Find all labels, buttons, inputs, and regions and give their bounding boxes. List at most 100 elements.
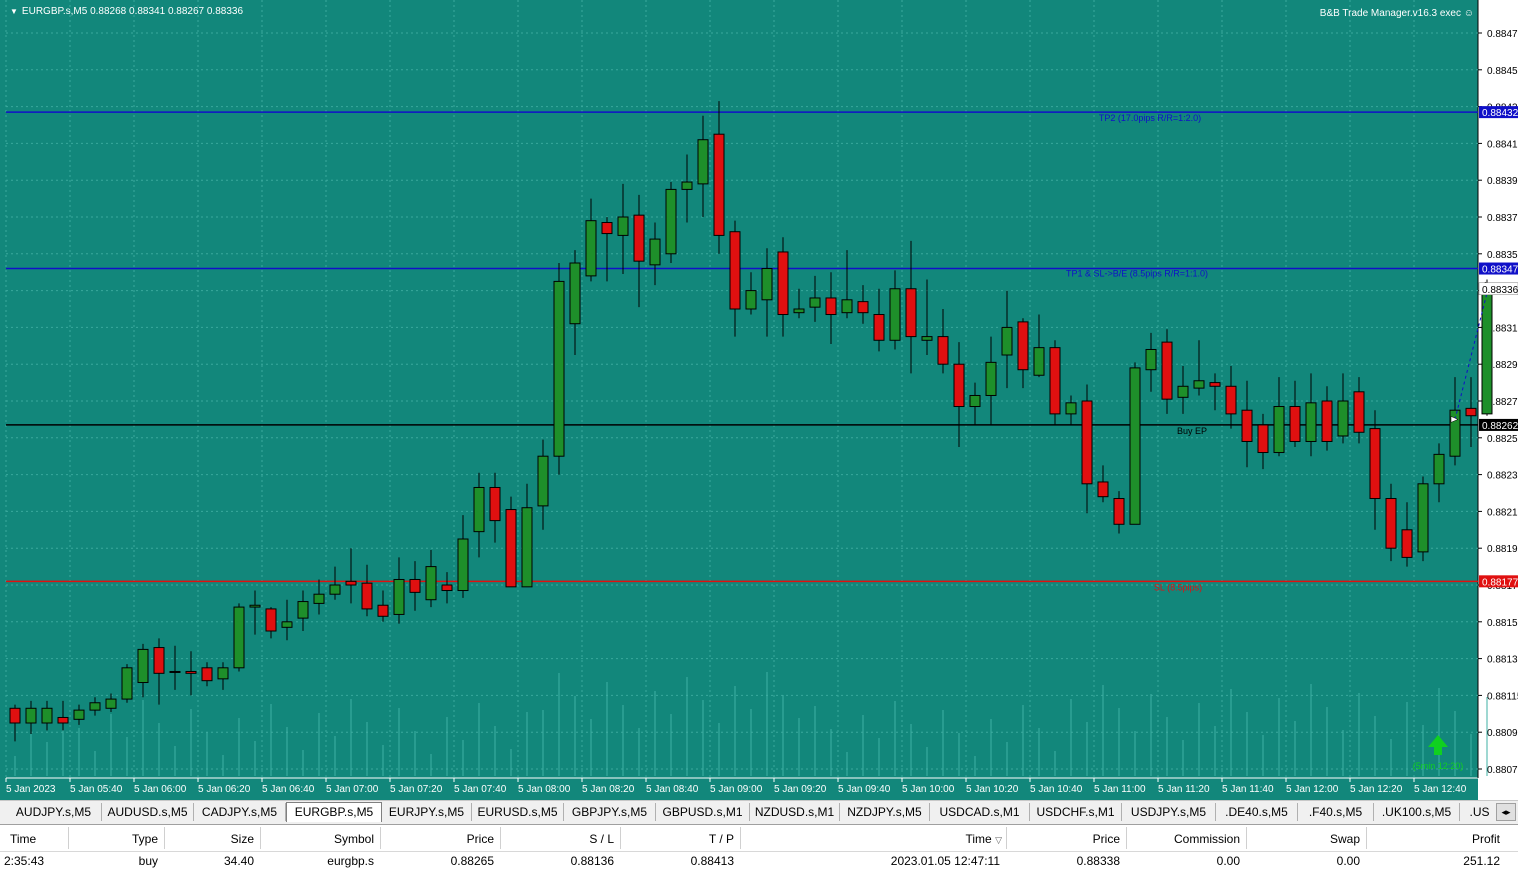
cell-sl: 0.88136: [570, 854, 614, 868]
candle-body: [137, 648, 149, 684]
candle-body: [265, 608, 277, 632]
col-close-time[interactable]: Time ▽: [742, 829, 1006, 849]
table-row[interactable]: 2:35:43 buy 34.40 eurgbp.s 0.88265 0.881…: [0, 852, 1518, 870]
candle-body: [73, 709, 85, 720]
candle-body: [665, 188, 677, 255]
level-price-tag-text: 0.88177: [1482, 577, 1518, 588]
tab-nzdjpy-s-m5[interactable]: NZDJPY.s,M5: [840, 803, 930, 821]
candle-body: [1209, 382, 1221, 387]
candle-body: [841, 299, 853, 314]
time-tick-label: 5 Jan 08:20: [582, 784, 635, 795]
level-label-entry: Buy EP: [1177, 426, 1207, 436]
col-symbol[interactable]: Symbol: [262, 829, 378, 849]
col-commission[interactable]: Commission: [1128, 829, 1244, 849]
tab-audusd-s-m5[interactable]: AUDUSD.s,M5: [102, 803, 194, 821]
candle-body: [697, 139, 709, 185]
candle-body: [633, 214, 645, 262]
tab-eurjpy-s-m5[interactable]: EURJPY.s,M5: [382, 803, 472, 821]
candle-body: [889, 288, 901, 341]
tab-nzdusd-s-m1[interactable]: NZDUSD.s,M1: [750, 803, 840, 821]
candle-body: [1385, 498, 1397, 549]
tab-gbpjpy-s-m5[interactable]: GBPJPY.s,M5: [564, 803, 656, 821]
candle-body: [441, 584, 453, 592]
candle-body: [1113, 498, 1125, 525]
candle-body: [921, 336, 933, 341]
candle-body: [1017, 321, 1029, 371]
sort-down-icon: ▽: [995, 835, 1002, 845]
candle-body: [553, 280, 565, 457]
col-time[interactable]: Time: [6, 829, 66, 849]
price-chart[interactable]: 0.884750.884550.884350.884150.883950.883…: [0, 0, 1518, 800]
candle-body: [761, 268, 773, 301]
col-sl[interactable]: S / L: [502, 829, 618, 849]
tab-eurgbp-s-m5[interactable]: EURGBP.s,M5: [286, 802, 382, 822]
candle-body: [809, 297, 821, 308]
tab-us[interactable]: .US: [1460, 803, 1500, 821]
tab-eurusd-s-m5[interactable]: EURUSD.s,M5: [472, 803, 564, 821]
price-tick-label: 0.88115: [1487, 691, 1518, 702]
time-tick-label: 5 Jan 09:00: [710, 784, 763, 795]
col-profit[interactable]: Profit: [1368, 829, 1504, 849]
candle-body: [569, 262, 581, 325]
tab-gbpusd-s-m1[interactable]: GBPUSD.s,M1: [656, 803, 750, 821]
col-tp[interactable]: T / P: [622, 829, 738, 849]
candle-body: [745, 290, 757, 310]
candle-body: [1001, 326, 1013, 356]
price-tick-label: 0.88355: [1487, 250, 1518, 261]
tab-usdjpy-s-m5[interactable]: USDJPY.s,M5: [1122, 803, 1216, 821]
candle-body: [1321, 400, 1333, 442]
candle-body: [649, 238, 661, 266]
candle-body: [729, 231, 741, 310]
candle-body: [329, 584, 341, 595]
tab-de40-s-m5[interactable]: .DE40.s,M5: [1216, 803, 1298, 821]
cell-commission: 0.00: [1216, 854, 1240, 868]
candle-body: [25, 707, 37, 724]
candle-body: [457, 538, 469, 592]
candle-body: [585, 220, 597, 277]
candle-body: [1161, 341, 1173, 400]
candle-body: [1305, 402, 1317, 442]
candle-body: [1177, 385, 1189, 398]
cell-profit: 251.12: [1463, 854, 1500, 868]
candle-body: [185, 670, 197, 674]
candle-body: [217, 667, 229, 680]
col-swap[interactable]: Swap: [1248, 829, 1364, 849]
time-tick-label: 5 Jan 05:40: [70, 784, 123, 795]
chart-canvas[interactable]: 0.884750.884550.884350.884150.883950.883…: [0, 0, 1518, 800]
candle-body: [297, 601, 309, 619]
candle-body: [121, 667, 133, 700]
buy-signal-arrow-icon: [1428, 735, 1448, 755]
triangle-down-icon[interactable]: ▼: [10, 7, 18, 16]
time-tick-label: 5 Jan 07:00: [326, 784, 379, 795]
cell-close-time: 2023.01.05 12:47:11: [890, 854, 1000, 868]
candle-body: [985, 361, 997, 396]
tab-f40-s-m5[interactable]: .F40.s,M5: [1298, 803, 1374, 821]
candle-body: [9, 707, 21, 724]
time-tick-label: 5 Jan 10:40: [1030, 784, 1083, 795]
candle-body: [89, 702, 101, 711]
tab-cadjpy-s-m5[interactable]: CADJPY.s,M5: [194, 803, 286, 821]
tab-uk100-s-m5[interactable]: .UK100.s,M5: [1374, 803, 1460, 821]
tab-audjpy-s-m5[interactable]: AUDJPY.s,M5: [6, 803, 102, 821]
col-price[interactable]: Price: [382, 829, 498, 849]
candle-body: [905, 288, 917, 338]
cell-close-price: 0.88338: [1076, 854, 1120, 868]
col-type[interactable]: Type: [70, 829, 162, 849]
candle-body: [105, 698, 117, 709]
candle-body: [873, 314, 885, 341]
col-close-price[interactable]: Price: [1008, 829, 1124, 849]
tab-usdchf-s-m1[interactable]: USDCHF.s,M1: [1030, 803, 1122, 821]
price-tick-label: 0.88455: [1487, 66, 1518, 77]
candle-body: [1433, 453, 1445, 485]
tab-scroll-arrows[interactable]: ◂▸: [1496, 803, 1516, 821]
candle-body: [521, 507, 533, 588]
candle-body: [169, 670, 181, 673]
candle-body: [825, 297, 837, 316]
tab-usdcad-s-m1[interactable]: USDCAD.s,M1: [930, 803, 1030, 821]
chevron-right-icon[interactable]: ▸: [1506, 807, 1511, 817]
smiley-icon: ☺: [1463, 8, 1474, 19]
candle-body: [713, 133, 725, 236]
candle-body: [1241, 409, 1253, 442]
level-label-tp2: TP2 (17.0pips R/R=1:2.0): [1099, 113, 1201, 123]
col-size[interactable]: Size: [166, 829, 258, 849]
